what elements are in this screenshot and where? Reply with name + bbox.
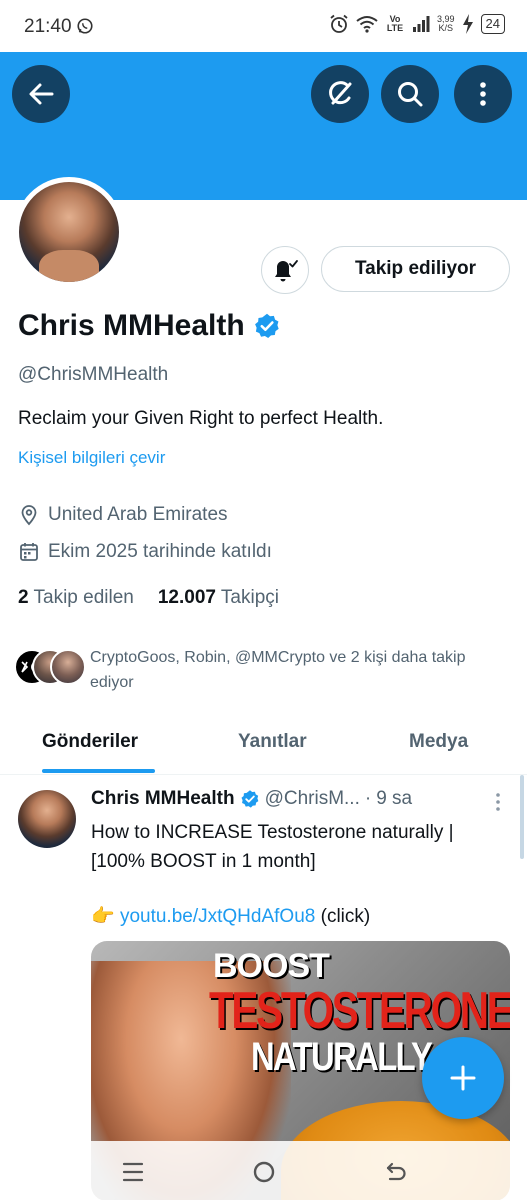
following-button[interactable]: Takip ediliyor — [321, 246, 510, 292]
tweet-separator: · — [364, 788, 372, 809]
calendar-icon — [20, 543, 38, 561]
wifi-icon — [356, 16, 378, 33]
active-tab-indicator — [42, 769, 155, 773]
plus-icon — [450, 1065, 476, 1091]
followers-count: 12.007 — [157, 587, 216, 608]
follow-stats: 2 Takip edilen 12.007 Takipçi — [18, 587, 279, 609]
profile-bio: Reclaim your Given Right to perfect Heal… — [18, 408, 384, 429]
notifications-button[interactable] — [261, 246, 309, 294]
back-button[interactable] — [12, 65, 70, 123]
tweet-author-name[interactable]: Chris MMHealth — [91, 788, 235, 810]
followed-by-avatars — [14, 649, 86, 685]
tweet-text: How to INCREASE Testosterone naturally |… — [91, 822, 454, 872]
search-button[interactable] — [381, 65, 439, 123]
tab-replies[interactable]: Yanıtlar — [238, 731, 307, 753]
tweet-time[interactable]: 9 sa — [376, 788, 412, 810]
bell-icon — [275, 260, 298, 282]
tweet-link-suffix: (click) — [320, 906, 371, 927]
profile-tabs: Gönderiler Yanıtlar Medya — [0, 715, 527, 775]
more-vertical-icon — [480, 82, 486, 106]
translate-bio-link[interactable]: Kişisel bilgileri çevir — [18, 448, 165, 468]
location-pin-icon — [21, 505, 37, 526]
verified-badge-icon — [241, 790, 258, 808]
status-bar: 21:40 Vo LTE 3,99 K/S 24 — [0, 0, 527, 52]
tab-media[interactable]: Medya — [409, 731, 468, 753]
tab-posts[interactable]: Gönderiler — [42, 731, 138, 753]
whatsapp-icon — [77, 18, 93, 34]
pointing-hand-emoji: 👉 — [91, 906, 115, 927]
home-icon[interactable] — [251, 1159, 277, 1185]
following-stat[interactable]: 2 Takip edilen — [18, 587, 134, 609]
tweet-header: Chris MMHealth @ChrisM... · 9 sa — [91, 788, 511, 810]
network-speed: 3,99 K/S — [437, 15, 455, 33]
recent-apps-icon[interactable] — [120, 1159, 146, 1185]
media-text-testosterone: TESTOSTERONE — [209, 982, 510, 1040]
network-type: Vo LTE — [386, 14, 404, 33]
profile-handle: @ChrisMMHealth — [18, 364, 169, 385]
network-speed-unit: K/S — [438, 23, 454, 33]
back-nav-icon[interactable] — [383, 1159, 409, 1185]
signal-icon — [413, 16, 430, 32]
profile-avatar[interactable] — [14, 177, 124, 287]
media-text-naturally: NATURALLY — [251, 1035, 433, 1079]
tweet-more-icon[interactable] — [495, 792, 501, 812]
following-count: 2 — [18, 587, 29, 608]
following-label: Takip edilen — [33, 587, 134, 608]
tweet-link-line: 👉 youtu.be/JxtQHdAfOu8 (click) — [91, 904, 370, 928]
battery-level: 24 — [480, 14, 505, 34]
scroll-indicator[interactable] — [520, 775, 524, 859]
charging-icon — [462, 14, 473, 34]
search-icon — [398, 82, 423, 107]
join-date-text: Ekim 2025 tarihinde katıldı — [48, 541, 272, 562]
avatar-image — [19, 182, 119, 282]
arrow-left-icon — [29, 83, 54, 105]
more-options-button[interactable] — [454, 65, 512, 123]
follower-avatar — [50, 649, 86, 685]
profile-location: United Arab Emirates — [18, 504, 228, 526]
alarm-icon — [330, 14, 348, 33]
verified-badge-icon[interactable] — [253, 312, 281, 340]
tweet-link[interactable]: youtu.be/JxtQHdAfOu8 — [120, 906, 315, 927]
status-time: 21:40 — [24, 16, 72, 37]
followers-stat[interactable]: 12.007 Takipçi — [158, 587, 279, 609]
compose-button[interactable] — [422, 1037, 504, 1119]
location-text: United Arab Emirates — [48, 504, 228, 525]
tweet-author-handle: @ChrisM... — [264, 788, 360, 809]
tweet-author-avatar[interactable] — [18, 790, 76, 848]
followed-by-text: CryptoGoos, Robin, @MMCrypto ve 2 kişi d… — [90, 649, 466, 691]
followers-label: Takipçi — [220, 587, 279, 608]
profile-name: Chris MMHealth — [18, 309, 245, 342]
profile-name-row: Chris MMHealth — [18, 309, 281, 343]
profile-join-date: Ekim 2025 tarihinde katıldı — [18, 541, 272, 563]
system-navigation-bar — [0, 1141, 527, 1200]
status-icons: Vo LTE 3,99 K/S 24 — [329, 14, 505, 34]
grok-icon — [329, 81, 352, 105]
grok-button[interactable] — [311, 65, 369, 123]
